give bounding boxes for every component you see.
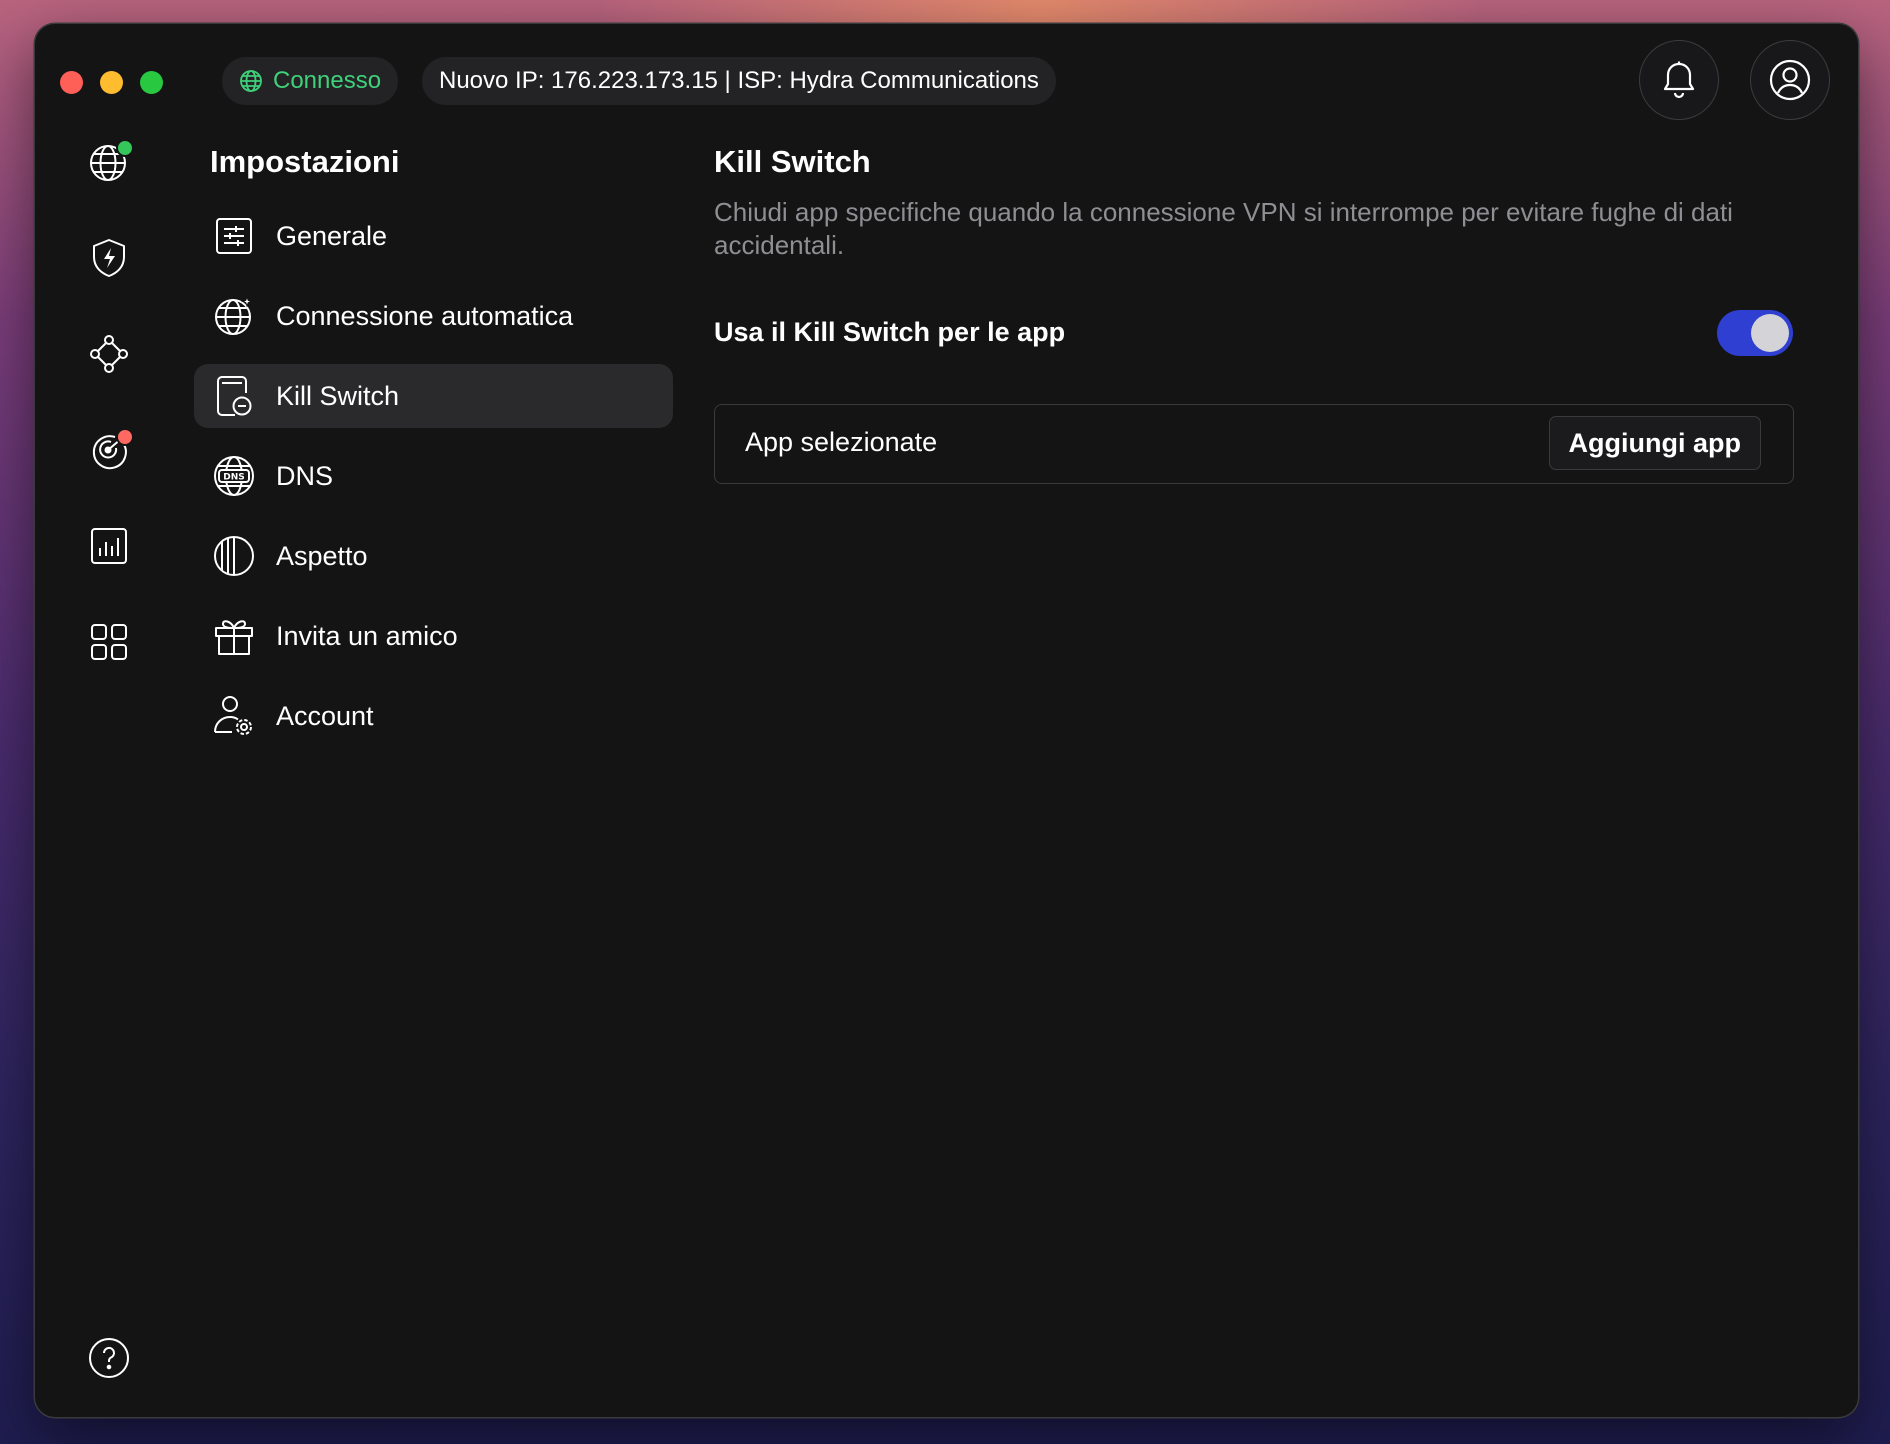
minimize-window-button[interactable] <box>100 71 123 94</box>
globe-sparkle-icon <box>212 294 256 338</box>
settings-item-kill-switch[interactable]: Kill Switch <box>194 364 673 428</box>
app-window: Connesso Nuovo IP: 176.223.173.15 | ISP:… <box>35 24 1858 1417</box>
settings-item-label: Generale <box>276 220 388 251</box>
panel-title: Kill Switch <box>714 144 871 179</box>
selected-apps-box: App selezionate Aggiungi app <box>714 404 1794 484</box>
rail-item-apps[interactable] <box>87 620 131 664</box>
settings-item-label: Invita un amico <box>276 620 458 651</box>
selected-apps-label: App selezionate <box>745 427 938 457</box>
toggle-knob <box>1751 314 1789 352</box>
rail-item-protection[interactable] <box>87 236 131 280</box>
connection-status-label: Connesso <box>273 67 382 94</box>
settings-item-label: Connessione automatica <box>276 300 574 331</box>
settings-item-label: Aspetto <box>276 540 368 571</box>
rail-item-mesh[interactable] <box>87 332 131 376</box>
user-gear-icon <box>212 694 256 738</box>
settings-item-account[interactable]: Account <box>194 684 673 748</box>
rail-item-threat[interactable] <box>87 428 134 472</box>
ip-info-text: Nuovo IP: 176.223.173.15 | ISP: Hydra Co… <box>439 67 1039 94</box>
bell-icon <box>1663 61 1695 99</box>
settings-item-general[interactable]: Generale <box>194 204 673 268</box>
settings-item-label: Kill Switch <box>276 380 400 411</box>
ip-info-badge: Nuovo IP: 176.223.173.15 | ISP: Hydra Co… <box>422 57 1056 105</box>
settings-item-dns[interactable]: DNS DNS <box>194 444 673 508</box>
apps-grid-icon <box>91 624 127 660</box>
network-nodes-icon <box>90 335 128 373</box>
help-button[interactable] <box>87 1336 131 1380</box>
panel-description: Chiudi app specifiche quando la connessi… <box>714 197 1733 260</box>
sliders-icon <box>212 214 256 258</box>
maximize-window-button[interactable] <box>140 71 163 94</box>
appearance-icon <box>212 534 256 578</box>
shield-bolt-icon <box>93 239 125 277</box>
settings-item-label: Account <box>276 700 374 731</box>
rail-item-locations[interactable] <box>87 139 134 184</box>
kill-switch-toggle[interactable] <box>1717 310 1793 356</box>
dns-globe-icon: DNS <box>212 454 256 498</box>
globe-status-icon <box>240 70 262 92</box>
profile-button[interactable] <box>1750 40 1830 120</box>
settings-title: Impostazioni <box>210 144 400 179</box>
notifications-button[interactable] <box>1639 40 1719 120</box>
help-icon <box>89 1338 129 1378</box>
kill-switch-toggle-label: Usa il Kill Switch per le app <box>714 317 1066 347</box>
gift-icon <box>212 614 256 658</box>
close-window-button[interactable] <box>60 71 83 94</box>
settings-item-invite[interactable]: Invita un amico <box>194 604 673 668</box>
chart-icon <box>91 528 127 564</box>
settings-item-auto-connect[interactable]: Connessione automatica <box>194 284 673 348</box>
rail-item-stats[interactable] <box>87 524 131 568</box>
user-circle-icon <box>1769 59 1811 101</box>
settings-item-label: DNS <box>276 460 334 491</box>
connection-status-badge[interactable]: Connesso <box>222 57 399 105</box>
settings-item-appearance[interactable]: Aspetto <box>194 524 673 588</box>
kill-switch-icon <box>212 374 256 418</box>
rail-connected-badge <box>116 139 134 157</box>
svg-text:DNS: DNS <box>223 473 245 483</box>
rail-alert-badge <box>116 428 134 446</box>
add-app-button[interactable]: Aggiungi app <box>1548 416 1761 470</box>
